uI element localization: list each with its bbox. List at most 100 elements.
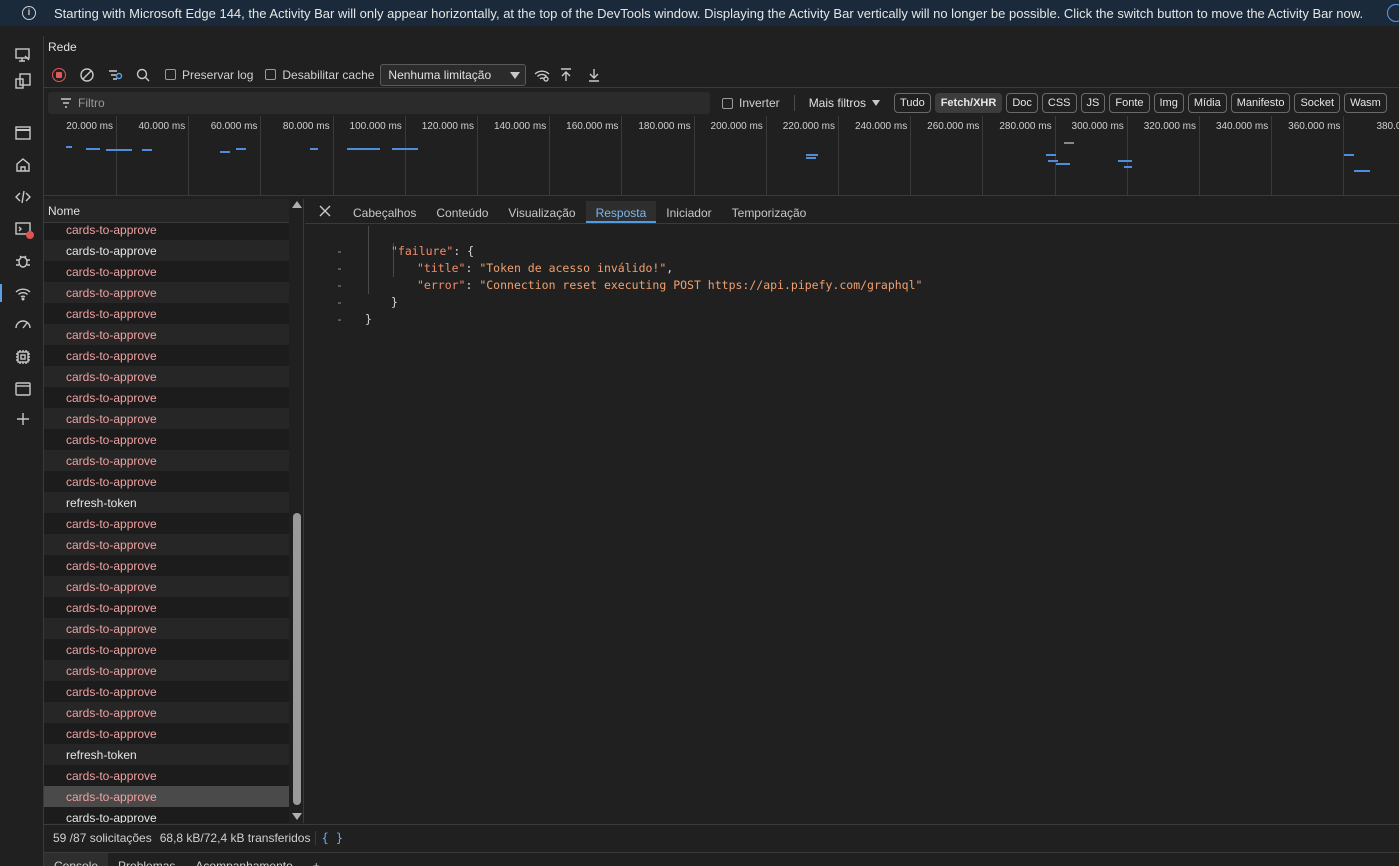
request-row[interactable]: cards-to-approve bbox=[44, 471, 289, 492]
tab-headers[interactable]: Cabeçalhos bbox=[343, 201, 426, 223]
record-stop-button[interactable] bbox=[49, 65, 69, 85]
filter-chip-fetch-xhr[interactable]: Fetch/XHR bbox=[934, 93, 1003, 113]
elements-code-icon[interactable] bbox=[12, 186, 34, 208]
request-row[interactable]: cards-to-approve bbox=[44, 366, 289, 387]
filter-input[interactable]: Filtro bbox=[48, 92, 710, 114]
tab-timing[interactable]: Temporização bbox=[722, 201, 817, 223]
timeline-overview[interactable]: 20.000 ms 40.000 ms 60.000 ms 80.000 ms 100.… bbox=[44, 116, 1399, 196]
drawer-add-tab-icon[interactable]: + bbox=[303, 853, 330, 866]
timeline-gridline bbox=[693, 116, 695, 195]
timeline-tick-label: 300.000 ms bbox=[1071, 121, 1124, 132]
request-list-scrollbar[interactable] bbox=[290, 199, 304, 823]
filter-chip-font[interactable]: Fonte bbox=[1109, 93, 1150, 113]
filter-chip-socket[interactable]: Socket bbox=[1294, 93, 1341, 113]
scrollbar-thumb[interactable] bbox=[293, 513, 301, 805]
response-body[interactable]: - "failure": { - "title": "Token de acesso… bbox=[305, 226, 1399, 821]
request-row[interactable]: cards-to-approve bbox=[44, 345, 289, 366]
request-row[interactable]: cards-to-approve bbox=[44, 261, 289, 282]
filter-settings-button[interactable] bbox=[105, 65, 125, 85]
timeline-request-bar bbox=[806, 154, 818, 156]
name-column-label: Nome bbox=[48, 203, 81, 218]
home-icon[interactable] bbox=[12, 154, 34, 176]
timeline-tick-label: 120.000 ms bbox=[421, 121, 474, 132]
drawer-tab-tracking[interactable]: Acompanhamento bbox=[185, 853, 302, 866]
tab-preview[interactable]: Visualização bbox=[498, 201, 585, 223]
tab-response[interactable]: Resposta bbox=[585, 201, 657, 223]
request-row[interactable]: cards-to-approve bbox=[44, 576, 289, 597]
switch-activity-bar-button[interactable] bbox=[1387, 4, 1399, 22]
status-bar: 59 /87 solicitações 68,8 kB/72,4 kB tran… bbox=[44, 824, 1399, 850]
request-row[interactable]: cards-to-approve bbox=[44, 765, 289, 786]
network-conditions-button[interactable] bbox=[532, 65, 552, 85]
request-row[interactable]: cards-to-approve bbox=[44, 450, 289, 471]
filter-chip-img[interactable]: Img bbox=[1153, 93, 1184, 113]
request-row[interactable]: refresh-token bbox=[44, 744, 289, 765]
request-row[interactable]: cards-to-approve bbox=[44, 282, 289, 303]
request-row[interactable]: cards-to-approve bbox=[44, 240, 289, 261]
filter-chip-media[interactable]: Mídia bbox=[1187, 93, 1227, 113]
filter-chip-doc[interactable]: Doc bbox=[1006, 93, 1038, 113]
request-row[interactable]: cards-to-approve bbox=[44, 618, 289, 639]
request-row[interactable]: cards-to-approve bbox=[44, 534, 289, 555]
pretty-print-button[interactable]: { } bbox=[315, 830, 343, 845]
timeline-gridline bbox=[765, 116, 767, 195]
filter-chip-manifest[interactable]: Manifesto bbox=[1230, 93, 1291, 113]
request-row[interactable]: cards-to-approve bbox=[44, 807, 289, 823]
throttling-value: Nenhuma limitação bbox=[388, 67, 492, 82]
more-filters-dropdown[interactable]: Mais filtros bbox=[809, 96, 881, 110]
request-row[interactable]: cards-to-approve bbox=[44, 660, 289, 681]
clear-icon bbox=[80, 67, 94, 82]
filter-chip-css[interactable]: CSS bbox=[1041, 93, 1077, 113]
filter-chip-all[interactable]: Tudo bbox=[894, 93, 931, 113]
request-row[interactable]: cards-to-approve bbox=[44, 324, 289, 345]
name-column-header[interactable]: Nome bbox=[44, 199, 289, 223]
application-window-icon[interactable] bbox=[12, 378, 34, 400]
request-row[interactable]: cards-to-approve bbox=[44, 639, 289, 660]
request-row[interactable]: cards-to-approve bbox=[44, 786, 289, 807]
preserve-log-checkbox[interactable]: Preservar log bbox=[165, 68, 253, 82]
import-har-button[interactable] bbox=[556, 65, 576, 85]
request-row[interactable]: cards-to-approve bbox=[44, 555, 289, 576]
memory-chip-icon[interactable] bbox=[12, 346, 34, 368]
export-har-button[interactable] bbox=[584, 65, 604, 85]
search-button[interactable] bbox=[133, 65, 153, 85]
filter-chip-js[interactable]: JS bbox=[1080, 93, 1106, 113]
request-row[interactable]: cards-to-approve bbox=[44, 681, 289, 702]
request-row[interactable]: cards-to-approve bbox=[44, 513, 289, 534]
tab-initiator[interactable]: Iniciador bbox=[656, 201, 721, 223]
request-row[interactable]: cards-to-approve bbox=[44, 408, 289, 429]
drawer-tab-console[interactable]: Console bbox=[44, 853, 109, 866]
detail-tabs: Cabeçalhos Conteúdo Visualização Respost… bbox=[305, 199, 1399, 224]
timeline-request-bar bbox=[106, 149, 132, 151]
more-tools-plus-icon[interactable] bbox=[12, 408, 34, 430]
performance-gauge-icon[interactable] bbox=[12, 314, 34, 336]
throttling-select[interactable]: Nenhuma limitação bbox=[380, 63, 527, 86]
console-icon[interactable] bbox=[12, 218, 34, 240]
request-row[interactable]: cards-to-approve bbox=[44, 702, 289, 723]
disable-cache-checkbox[interactable]: Desabilitar cache bbox=[265, 68, 374, 82]
request-row[interactable]: cards-to-approve bbox=[44, 723, 289, 744]
screencast-icon[interactable] bbox=[12, 44, 34, 66]
scroll-up-icon[interactable] bbox=[292, 201, 302, 208]
device-emulation-icon[interactable] bbox=[12, 70, 34, 92]
debug-bug-icon[interactable] bbox=[12, 250, 34, 272]
clear-button[interactable] bbox=[77, 65, 97, 85]
welcome-window-icon[interactable] bbox=[12, 122, 34, 144]
network-wifi-icon[interactable] bbox=[0, 282, 34, 304]
timeline-gridline bbox=[549, 116, 551, 195]
timeline-tick-label: 140.000 ms bbox=[493, 121, 547, 132]
drawer-tab-issues[interactable]: Problemas bbox=[108, 853, 185, 866]
info-banner: i Starting with Microsoft Edge 144, the … bbox=[0, 0, 1399, 26]
scroll-down-icon[interactable] bbox=[292, 813, 302, 820]
invert-checkbox[interactable]: Inverter bbox=[722, 96, 780, 110]
request-row[interactable]: cards-to-approve bbox=[44, 429, 289, 450]
request-row[interactable]: cards-to-approve bbox=[44, 303, 289, 324]
request-row[interactable]: cards-to-approve bbox=[44, 387, 289, 408]
tab-payload[interactable]: Conteúdo bbox=[426, 201, 498, 223]
request-row[interactable]: refresh-token bbox=[44, 492, 289, 513]
close-icon bbox=[319, 205, 331, 217]
timeline-request-bar bbox=[392, 148, 418, 150]
filter-chip-wasm[interactable]: Wasm bbox=[1344, 93, 1387, 113]
request-row[interactable]: cards-to-approve bbox=[44, 597, 289, 618]
close-details-button[interactable] bbox=[314, 200, 336, 222]
